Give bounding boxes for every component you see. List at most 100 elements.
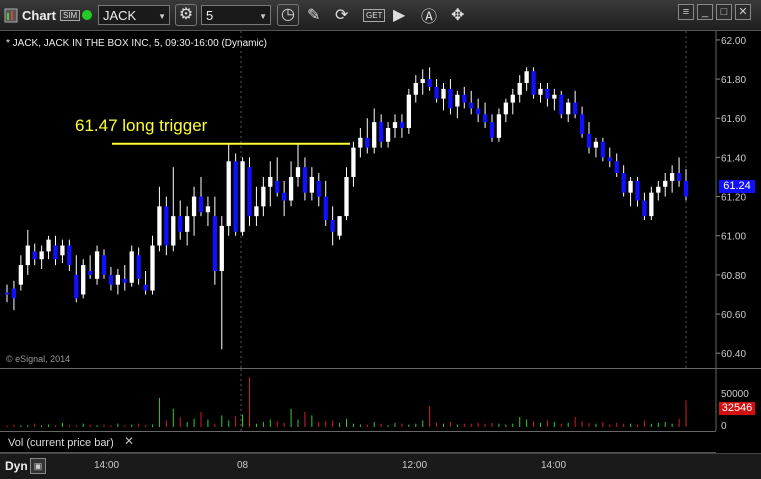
volume-panel-label[interactable]: Vol (current price bar) — [8, 437, 114, 449]
candle-up — [503, 102, 509, 115]
price-tick-label: 60.80 — [721, 271, 746, 282]
maximize-icon[interactable]: □ — [716, 4, 732, 20]
candle-up — [81, 265, 86, 295]
close-panel-icon[interactable]: ✕ — [124, 434, 134, 448]
candle-down — [67, 245, 72, 266]
candle-down — [330, 220, 335, 232]
lock-icon[interactable]: ▣ — [30, 458, 46, 474]
last-volume-label: 32546 — [719, 402, 755, 415]
candle-up — [115, 274, 121, 285]
time-axis: Dyn ▣ 14:00 08 12:00 14:00 — [0, 453, 761, 479]
candle-up — [254, 206, 259, 217]
candle-up — [510, 94, 515, 103]
candle-down — [233, 161, 238, 232]
candle-down — [489, 122, 495, 138]
close-icon[interactable]: ✕ — [735, 4, 751, 20]
candle-down — [53, 245, 58, 260]
menu-icon[interactable]: ≡ — [678, 4, 694, 20]
price-tick-label: 61.60 — [721, 114, 746, 125]
candle-up — [593, 141, 599, 148]
volume-chart[interactable] — [0, 369, 761, 431]
candle-down — [323, 196, 328, 221]
candle-down — [427, 79, 432, 87]
volume-series — [6, 377, 687, 427]
volume-tick-0: 0 — [721, 421, 727, 432]
candle-up — [669, 173, 675, 181]
candle-up — [268, 176, 273, 187]
dyn-label: Dyn — [5, 459, 28, 473]
price-tick-label: 61.80 — [721, 75, 746, 86]
candle-up — [372, 122, 377, 148]
candle-up — [455, 94, 460, 107]
chevron-down-icon[interactable]: ▼ — [158, 12, 166, 21]
candle-down — [621, 173, 626, 193]
get-data-icon[interactable]: GET — [363, 0, 386, 30]
candle-up — [351, 147, 356, 177]
candle-up — [538, 88, 543, 95]
candle-up — [406, 94, 412, 129]
candle-up — [524, 71, 529, 83]
candle-down — [434, 86, 439, 99]
candle-down — [475, 108, 481, 115]
candle-down — [572, 102, 578, 115]
chevron-down-icon[interactable]: ▼ — [259, 12, 267, 21]
candle-down — [101, 255, 107, 275]
settings-icon[interactable]: ⚙ — [175, 0, 197, 30]
copyright-label: © eSignal, 2014 — [6, 354, 71, 364]
candle-up — [94, 251, 100, 279]
price-tick-label: 61.20 — [721, 193, 746, 204]
candle-up — [295, 167, 301, 177]
chart-app-label: Chart — [22, 7, 56, 23]
refresh-icon[interactable]: ⟳ — [335, 0, 348, 30]
sim-badge-label: SIM — [60, 9, 81, 21]
candle-up — [392, 122, 398, 129]
candle-up — [18, 265, 24, 285]
price-tick-label: 61.00 — [721, 232, 746, 243]
candle-down — [32, 251, 37, 260]
candle-up — [60, 245, 65, 256]
candle-up — [205, 206, 211, 213]
candle-up — [184, 216, 190, 232]
candle-down — [302, 167, 308, 193]
candle-down — [614, 161, 619, 174]
candle-down — [482, 114, 488, 123]
candle-up — [413, 82, 418, 95]
candle-down — [607, 157, 612, 162]
symbol-input[interactable]: JACK ▼ — [98, 5, 170, 25]
price-axis: 62.00 61.80 61.60 61.40 61.20 61.00 60.80 60.60… — [716, 36, 746, 360]
candle-down — [11, 288, 17, 299]
candle-down — [642, 200, 647, 217]
candle-down — [378, 122, 384, 142]
candle-down — [531, 71, 536, 95]
candle-up — [441, 88, 446, 99]
candle-up — [517, 82, 522, 95]
chart-toolbar: Chart SIM JACK ▼ ⚙ 5 ▼ ◷ ✎ ⟳ GET ▶ Ⓐ ✥ ≡… — [0, 0, 761, 31]
draw-pencil-icon[interactable]: ✎ — [307, 0, 320, 30]
candle-up — [46, 239, 51, 252]
sim-badge[interactable]: SIM — [60, 0, 81, 30]
candle-down — [469, 102, 474, 109]
link-icon[interactable]: ✥ — [451, 0, 464, 30]
trigger-annotation: 61.47 long trigger — [75, 116, 208, 135]
candle-down — [635, 180, 640, 201]
candle-up — [420, 79, 425, 83]
alert-icon[interactable]: Ⓐ — [421, 0, 437, 30]
candle-up — [496, 114, 502, 138]
symbol-value: JACK — [103, 7, 137, 23]
candle-down — [198, 196, 204, 213]
interval-input[interactable]: 5 ▼ — [201, 5, 271, 25]
minimize-icon[interactable]: _ — [697, 4, 713, 20]
interval-value: 5 — [206, 7, 214, 23]
candle-down — [586, 133, 592, 148]
price-tick-label: 62.00 — [721, 36, 746, 47]
candle-down — [448, 88, 453, 109]
candle-down — [281, 192, 287, 201]
candle-down — [579, 114, 585, 134]
candle-up — [628, 180, 633, 193]
candle-up — [385, 128, 391, 142]
price-chart[interactable]: 62.00 61.80 61.60 61.40 61.20 61.00 60.80 60.60… — [0, 31, 761, 368]
candle-down — [108, 274, 114, 285]
play-icon[interactable]: ▶ — [393, 0, 405, 30]
clock-icon[interactable]: ◷ — [277, 0, 299, 30]
candle-down — [212, 216, 218, 271]
